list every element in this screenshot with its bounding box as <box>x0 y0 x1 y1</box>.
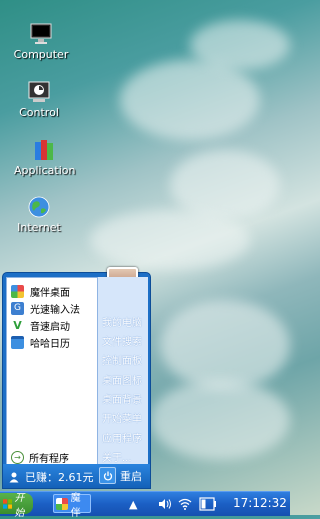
start-menu-app-label: 音速启动 <box>30 321 70 333</box>
start-menu-app-label: 哈哈日历 <box>30 338 70 350</box>
desktop-icon-label: Application <box>14 164 76 177</box>
start-menu-app-item[interactable]: G 光速输入法 <box>11 300 80 316</box>
desktop-icon-label: Internet <box>17 221 61 234</box>
desktop-icon-control[interactable]: Control <box>9 80 69 119</box>
desktop-icon-computer[interactable]: Computer <box>11 22 71 61</box>
link-file-search[interactable]: 文件搜索 <box>102 333 142 348</box>
up-arrow-icon[interactable]: ▲ <box>129 492 137 516</box>
books-icon <box>32 138 56 162</box>
start-menu-footer: 已赚：2.61元 重启 <box>3 464 150 488</box>
start-label: 开始 <box>14 492 25 519</box>
control-panel-icon <box>27 80 51 104</box>
keyboard-g-icon: G <box>11 301 24 315</box>
start-menu-app-item[interactable]: 魔伴桌面 <box>11 283 70 299</box>
monitor-icon <box>29 22 53 46</box>
desktop-icon-application[interactable]: Application <box>14 138 76 177</box>
all-programs-button[interactable]: → 所有程序 <box>11 450 69 465</box>
earnings-display: 已赚：2.61元 <box>8 469 94 485</box>
taskbar-app-moban[interactable]: 魔伴 <box>53 493 91 519</box>
start-menu-app-item[interactable]: 哈哈日历 <box>11 334 70 350</box>
arrow-right-icon: → <box>11 451 24 464</box>
link-applications[interactable]: 应用程序 <box>102 430 142 445</box>
restart-label: 重启 <box>120 469 142 483</box>
windows-logo-icon <box>3 498 13 509</box>
start-menu-app-item[interactable]: V 音速启动 <box>11 317 70 333</box>
battery-icon[interactable] <box>199 492 217 516</box>
link-start-menu[interactable]: 开始菜单 <box>102 410 142 425</box>
v-launcher-icon: V <box>13 318 22 332</box>
person-icon <box>9 472 19 483</box>
wifi-icon[interactable] <box>178 492 192 516</box>
link-control-panel[interactable]: 控制面板 <box>102 352 142 367</box>
volume-icon[interactable] <box>158 492 172 516</box>
power-icon <box>99 467 116 484</box>
desktop-icon-label: Control <box>19 106 59 119</box>
start-menu-app-label: 魔伴桌面 <box>30 287 70 299</box>
desktop-icon-label: Computer <box>13 48 69 61</box>
desktop-icon-internet[interactable]: Internet <box>9 195 69 234</box>
all-programs-label: 所有程序 <box>29 454 69 465</box>
start-menu-links: 我的电脑 文件搜索 控制面板 桌面图标 桌面背景 开始菜单 应用程序 关于... <box>98 277 148 464</box>
start-menu-app-list: 魔伴桌面 G 光速输入法 V 音速启动 哈哈日历 → 所有程序 <box>6 277 98 466</box>
link-about[interactable]: 关于... <box>102 449 132 464</box>
link-desktop-background[interactable]: 桌面背景 <box>102 391 142 406</box>
taskbar: 开始 魔伴 ▲ 17:12:32 <box>0 491 290 519</box>
link-my-computer[interactable]: 我的电脑 <box>102 314 142 329</box>
pinwheel-icon <box>11 284 24 298</box>
taskbar-app-label: 魔伴 <box>70 492 81 519</box>
start-menu: 魔伴桌面 G 光速输入法 V 音速启动 哈哈日历 → 所有程序 我的电脑 文件搜… <box>2 267 151 489</box>
clock: 17:12:32 <box>233 496 287 510</box>
globe-icon <box>27 195 51 219</box>
earnings-text: 已赚：2.61元 <box>25 471 94 484</box>
start-button[interactable]: 开始 <box>0 493 33 519</box>
restart-button[interactable]: 重启 <box>99 467 142 484</box>
start-menu-app-label: 光速输入法 <box>30 304 80 316</box>
pinwheel-icon <box>56 497 68 510</box>
calendar-icon <box>11 335 24 349</box>
link-desktop-icons[interactable]: 桌面图标 <box>102 372 142 387</box>
